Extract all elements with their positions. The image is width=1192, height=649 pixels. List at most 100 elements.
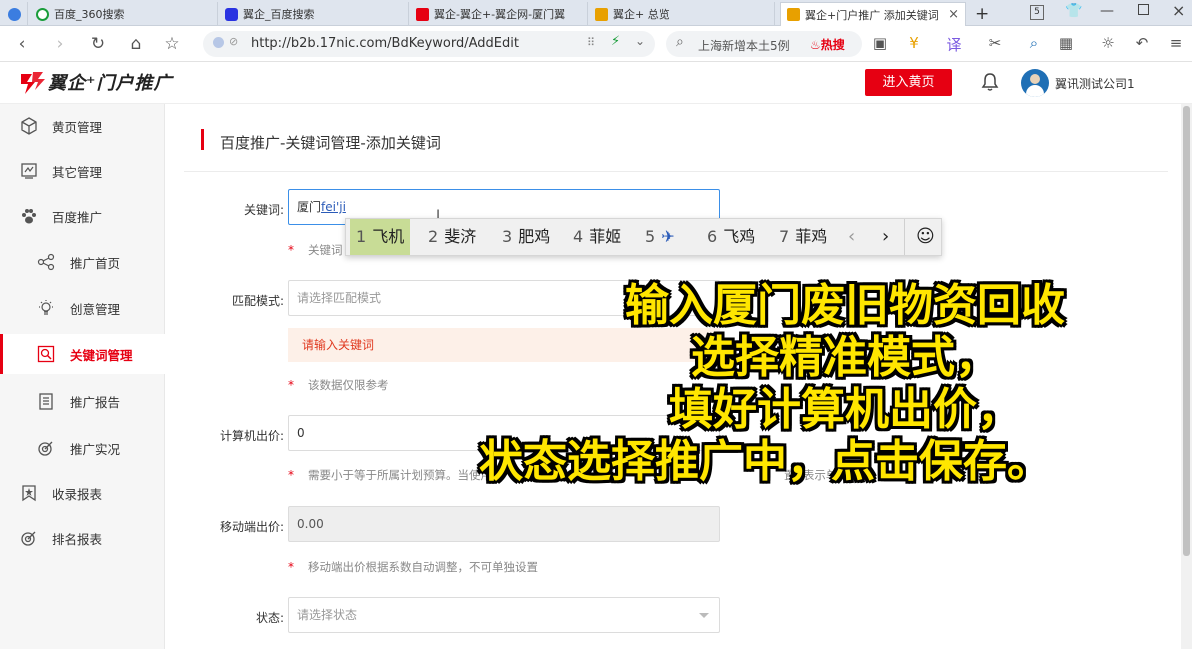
browser-tab-4[interactable]: 翼企+ 总览 (589, 2, 775, 26)
chevron-down-icon[interactable]: ⌄ (635, 34, 645, 48)
browser-tab-2[interactable]: 翼企_百度搜索 (219, 2, 409, 26)
browser-tab-5-active[interactable]: 翼企+门户推广 添加关键词 × (780, 2, 966, 26)
wallet-icon[interactable]: ¥ (904, 34, 924, 52)
ime-candidate-6[interactable]: 6 飞鸡 (701, 219, 761, 255)
star-icon[interactable]: ☆ (160, 32, 184, 56)
app-header: 翼企⁺门户推广 进入黄页 翼讯测试公司1 (0, 62, 1192, 104)
sidebar-item-yellow-pages[interactable]: 黄页管理 (0, 106, 165, 146)
search-suggestion-text: 上海新增本土5例 (698, 39, 790, 53)
search-icon (37, 345, 55, 363)
search-icon: ⌕ (676, 34, 684, 50)
mobile-bid-input[interactable]: 0.00 (288, 506, 720, 542)
ime-next-page-icon[interactable]: › (876, 219, 895, 255)
grid-icon[interactable]: ⠿ (587, 36, 595, 49)
page-scrollbar[interactable] (1181, 104, 1192, 649)
ime-candidate-bar: 1 飞机 2 斐济 3 肥鸡 4 菲姬 5 ✈ 6 飞鸡 7 菲鸡 ‹ › ☺ (345, 218, 942, 256)
close-window-icon[interactable]: × (1172, 1, 1185, 20)
caption-line-1: 输入厦门废旧物资回收 (625, 280, 1065, 331)
hot-search-link[interactable]: ♨热搜 (810, 36, 845, 53)
tab-label: 翼企-翼企+-翼企网-厦门翼 (434, 8, 566, 21)
mobile-bid-label: 移动端出价: (219, 520, 284, 534)
logo[interactable]: 翼企⁺门户推广 (18, 68, 173, 96)
back-icon[interactable]: ‹ (10, 32, 34, 56)
lightning-icon[interactable]: ⚡ (611, 34, 620, 49)
sidebar-item-live[interactable]: 推广实况 (0, 428, 165, 468)
url-field[interactable]: ⊘ http://b2b.17nic.com/BdKeyword/AddEdit… (203, 31, 655, 57)
sidebar: 黄页管理 其它管理 百度推广 推广首页 创意管理 关键词管理 推广报告 推广实况… (0, 104, 165, 649)
candidate-number: 4 (573, 227, 584, 246)
airplane-icon: ✈ (661, 227, 675, 246)
apps-icon[interactable]: ▦ (1056, 34, 1076, 52)
target-icon (38, 441, 53, 456)
new-tab-button[interactable]: + (968, 2, 996, 26)
paw-icon (22, 209, 36, 224)
sidebar-item-rank-report[interactable]: 排名报表 (0, 518, 165, 558)
reader-icon[interactable]: ▣ (870, 34, 890, 52)
mobile-bid-hint-text: 移动端出价根据系数自动调整，不可单独设置 (308, 560, 538, 574)
emoji-icon[interactable]: ☺ (910, 219, 941, 255)
brightness-icon[interactable]: ☼ (1098, 34, 1118, 52)
ime-candidate-1[interactable]: 1 飞机 (350, 219, 411, 255)
company-name[interactable]: 翼讯测试公司1 (1055, 75, 1135, 92)
sidebar-item-baidu-promotion[interactable]: 百度推广 (0, 196, 165, 236)
reload-icon[interactable]: ↻ (86, 32, 110, 56)
sidebar-item-other[interactable]: 其它管理 (0, 151, 165, 191)
scrollbar-thumb[interactable] (1183, 106, 1190, 556)
sidebar-item-label: 百度推广 (52, 209, 103, 225)
ime-candidate-5[interactable]: 5 ✈ (639, 219, 681, 255)
undo-icon[interactable]: ↶ (1132, 34, 1152, 52)
ime-candidate-2[interactable]: 2 斐济 (422, 219, 482, 255)
tab-count-badge[interactable]: 5 (1030, 5, 1044, 20)
mobile-bid-hint: * 移动端出价根据系数自动调整，不可单独设置 (288, 560, 538, 574)
forward-icon[interactable]: › (48, 32, 72, 56)
tab-favicon-icon (787, 8, 800, 21)
menu-icon[interactable]: ≡ (1166, 34, 1186, 52)
find-icon[interactable]: ⌕ (1024, 34, 1044, 52)
translate-icon[interactable]: 译 (944, 34, 964, 55)
share-icon (37, 253, 55, 271)
privacy-icon[interactable]: ⊘ (229, 35, 238, 48)
home-icon[interactable]: ⌂ (124, 32, 148, 56)
ime-prev-page-icon[interactable]: ‹ (842, 219, 861, 255)
match-mode-label: 匹配模式: (231, 294, 284, 308)
sidebar-item-creative[interactable]: 创意管理 (0, 288, 165, 328)
keyword-pinyin: fei'ji (321, 200, 346, 214)
caption-line-2: 选择精准模式， (691, 332, 999, 383)
sidebar-item-label: 排名报表 (52, 531, 103, 547)
keyword-hint-text: 关键词 (308, 243, 343, 257)
candidate-text: 菲鸡 (795, 227, 828, 246)
site-info-icon[interactable] (213, 37, 224, 48)
shirt-icon[interactable]: 👕 (1065, 3, 1082, 19)
status-label: 状态: (255, 611, 284, 625)
sidebar-item-index-report[interactable]: 收录报表 (0, 473, 165, 513)
close-tab-icon[interactable]: × (948, 7, 959, 22)
status-select[interactable]: 请选择状态 (288, 597, 720, 633)
sidebar-item-keyword[interactable]: 关键词管理 (0, 334, 165, 374)
clipboard-icon (39, 393, 53, 410)
tab-favicon-icon (225, 7, 238, 21)
logo-mark-icon (21, 72, 45, 94)
scissors-icon[interactable]: ✂ (985, 34, 1005, 52)
candidate-number: 1 (356, 227, 367, 246)
enter-yellow-pages-button[interactable]: 进入黄页 (865, 69, 952, 96)
ime-candidate-7[interactable]: 7 菲鸡 (773, 219, 833, 255)
browser-tab-3[interactable]: 翼企-翼企+-翼企网-厦门翼 (410, 2, 588, 26)
ime-candidate-3[interactable]: 3 肥鸡 (496, 219, 556, 255)
sidebar-item-label: 关键词管理 (70, 347, 133, 363)
candidate-number: 3 (502, 227, 513, 246)
maximize-icon[interactable] (1138, 4, 1149, 15)
candidate-number: 2 (428, 227, 439, 246)
search-input[interactable]: ⌕ 上海新增本土5例 ♨热搜 (666, 31, 862, 57)
ime-candidate-4[interactable]: 4 菲姬 (567, 219, 627, 255)
minimize-icon[interactable]: — (1100, 3, 1114, 19)
candidate-text: 斐济 (444, 227, 477, 246)
sidebar-item-promotion-home[interactable]: 推广首页 (0, 242, 165, 282)
browser-menu-icon[interactable] (2, 2, 28, 26)
bell-icon[interactable] (980, 72, 1000, 92)
tab-favicon-icon (416, 7, 429, 21)
browser-tab-1[interactable]: 百度_360搜索 (30, 2, 218, 26)
avatar[interactable] (1021, 69, 1049, 97)
keyword-value: 厦门 (297, 200, 322, 214)
sidebar-item-label: 推广实况 (70, 441, 121, 457)
sidebar-item-report[interactable]: 推广报告 (0, 381, 165, 421)
